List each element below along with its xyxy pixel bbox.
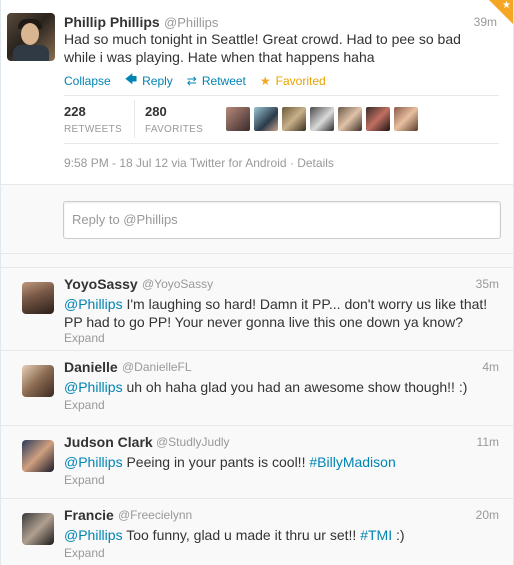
user-name[interactable]: Phillip Phillips — [64, 14, 160, 30]
reply-tweet[interactable]: Judson Clark @StudlyJudly 11m @Phillips … — [1, 426, 513, 499]
user-handle[interactable]: @Freecielynn — [118, 508, 192, 522]
favorited-button[interactable]: ★ Favorited — [260, 70, 326, 91]
retweet-button[interactable]: ⇄ Retweet — [187, 70, 246, 91]
star-icon: ★ — [259, 73, 271, 88]
divider — [64, 95, 499, 96]
expand-link[interactable]: Expand — [64, 331, 105, 345]
expand-link[interactable]: Expand — [64, 473, 105, 487]
user-name[interactable]: YoyoSassy — [64, 276, 138, 292]
reply-area: Reply to @Phillips — [1, 185, 513, 254]
tweet-text: Had so much tonight in Seattle! Great cr… — [64, 31, 461, 65]
favorites-stat[interactable]: 280 FAVORITES — [145, 104, 203, 135]
reply-tweet[interactable]: Danielle @DanielleFL 4m @Phillips uh oh … — [1, 351, 513, 426]
tweet-text: @Phillips Too funny, glad u made it thru… — [64, 527, 405, 543]
expand-link[interactable]: Expand — [64, 398, 105, 412]
mention-link[interactable]: @Phillips — [64, 379, 123, 395]
collapse-link[interactable]: Collapse — [64, 70, 111, 91]
mention-link[interactable]: @Phillips — [64, 527, 123, 543]
reply-button[interactable]: 🡄 Reply — [125, 70, 173, 91]
tweet-text: @Phillips uh oh haha glad you had an awe… — [64, 379, 468, 395]
tweet-actions: Collapse 🡄 Reply ⇄ Retweet ★ Favorited — [64, 70, 340, 91]
star-icon: ★ — [502, 0, 511, 11]
user-name[interactable]: Judson Clark — [64, 434, 153, 450]
favoriter-avatars — [226, 107, 418, 131]
avatar[interactable] — [282, 107, 306, 131]
avatar[interactable] — [226, 107, 250, 131]
tweet-timestamp[interactable]: 4m — [482, 360, 499, 374]
avatar[interactable] — [394, 107, 418, 131]
tweet-detail-panel: ★ Phillip Phillips @Phillips 39m Had so … — [0, 0, 514, 565]
avatar[interactable] — [22, 513, 54, 545]
retweets-count: 228 — [64, 104, 86, 119]
divider — [134, 100, 135, 138]
avatar[interactable] — [310, 107, 334, 131]
avatar[interactable] — [22, 365, 54, 397]
user-name[interactable]: Francie — [64, 507, 114, 523]
tweet-timestamp[interactable]: 35m — [476, 277, 499, 291]
tweet-meta[interactable]: 9:58 PM - 18 Jul 12 via Twitter for Andr… — [64, 156, 334, 170]
retweet-icon: ⇄ — [186, 73, 197, 88]
divider — [1, 254, 513, 268]
user-handle[interactable]: @DanielleFL — [122, 360, 192, 374]
tweet-timestamp[interactable]: 20m — [476, 508, 499, 522]
reply-input[interactable]: Reply to @Phillips — [63, 201, 501, 239]
tweet-text: @Phillips I'm laughing so hard! Damn it … — [64, 296, 488, 330]
user-handle[interactable]: @YoyoSassy — [142, 277, 213, 291]
avatar[interactable] — [22, 282, 54, 314]
user-handle[interactable]: @Phillips — [164, 15, 218, 30]
divider — [64, 143, 499, 144]
avatar[interactable] — [22, 440, 54, 472]
expand-link[interactable]: Expand — [64, 546, 105, 560]
hashtag-link[interactable]: #TMI — [360, 527, 392, 543]
mention-link[interactable]: @Phillips — [64, 296, 123, 312]
reply-icon: 🡄 — [124, 72, 138, 86]
reply-tweet[interactable]: Francie @Freecielynn 20m @Phillips Too f… — [1, 499, 513, 565]
tweet-text: @Phillips Peeing in your pants is cool!!… — [64, 454, 396, 470]
retweets-stat[interactable]: 228 RETWEETS — [64, 104, 122, 135]
user-name[interactable]: Danielle — [64, 359, 118, 375]
favorites-count: 280 — [145, 104, 167, 119]
avatar[interactable] — [254, 107, 278, 131]
mention-link[interactable]: @Phillips — [64, 454, 123, 470]
avatar[interactable] — [7, 13, 55, 61]
tweet-timestamp[interactable]: 11m — [477, 435, 499, 449]
hashtag-link[interactable]: #BillyMadison — [309, 454, 395, 470]
favorites-label: FAVORITES — [145, 124, 204, 135]
retweets-label: RETWEETS — [64, 124, 122, 135]
reply-tweet[interactable]: YoyoSassy @YoyoSassy 35m @Phillips I'm l… — [1, 268, 513, 351]
main-tweet[interactable]: Phillip Phillips @Phillips 39m Had so mu… — [1, 0, 513, 185]
avatar[interactable] — [366, 107, 390, 131]
user-handle[interactable]: @StudlyJudly — [156, 435, 230, 449]
avatar[interactable] — [338, 107, 362, 131]
